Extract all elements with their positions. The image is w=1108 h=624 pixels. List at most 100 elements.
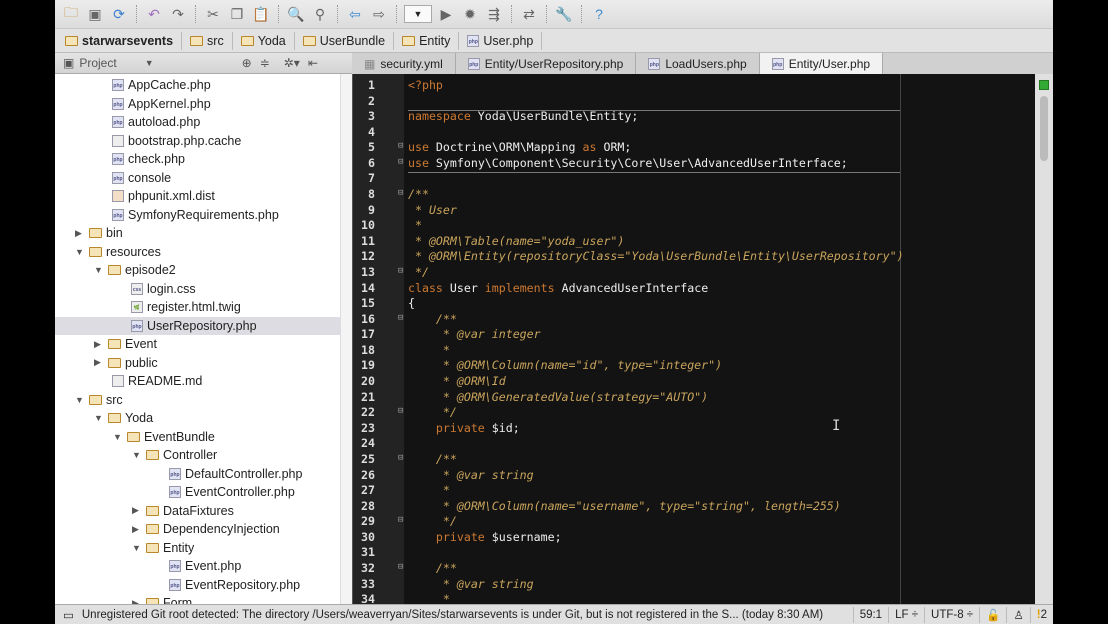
tree-item[interactable]: ▶ public [55,354,340,373]
lock-icon[interactable]: 🔓 [979,606,1006,623]
fold-marker-icon[interactable]: ⊟ [398,266,403,276]
fold-marker-icon[interactable]: ⊟ [398,188,403,198]
tree-item[interactable]: php DefaultController.php [55,465,340,484]
forward-icon[interactable]: ⇨ [369,4,389,24]
hide-panel-icon[interactable]: ⇤ [308,56,318,70]
tree-item[interactable]: php SymfonyRequirements.php [55,206,340,225]
tab-entity-userrepository-php[interactable]: php Entity/UserRepository.php [456,53,637,75]
expanded-arrow-icon[interactable]: ▼ [132,450,146,460]
save-icon[interactable]: ▣ [85,4,105,24]
tree-item[interactable]: php EventRepository.php [55,576,340,595]
gear-icon[interactable]: ✲▾ [284,56,300,70]
find-icon[interactable]: 🔍 [286,4,306,24]
undo-icon[interactable]: ↶ [144,4,164,24]
replace-icon[interactable]: ⚲ [310,4,330,24]
breadcrumb-item[interactable]: php User.php [465,31,543,50]
tree-item[interactable]: ▶ DependencyInjection [55,520,340,539]
coverage-icon[interactable]: ⇶ [484,4,504,24]
tree-item[interactable]: ▼ resources [55,243,340,262]
tree-item[interactable]: php AppKernel.php [55,95,340,114]
fold-marker-icon[interactable]: ⊟ [398,406,403,416]
expanded-arrow-icon[interactable]: ▼ [113,432,127,442]
tree-item[interactable]: phpunit.xml.dist [55,187,340,206]
open-folder-icon[interactable]: 🗀 [61,4,81,24]
collapsed-arrow-icon[interactable]: ▶ [75,228,89,239]
tree-item[interactable]: css login.css [55,280,340,299]
tree-item[interactable]: php Event.php [55,557,340,576]
tree-item[interactable]: ▼ Controller [55,446,340,465]
tree-item[interactable]: ▼ src [55,391,340,410]
tree-item[interactable]: 🌿 register.html.twig [55,298,340,317]
back-icon[interactable]: ⇦ [345,4,365,24]
settings-icon[interactable]: 🔧 [554,4,574,24]
breadcrumb-item[interactable]: Entity [400,31,460,50]
caret-position[interactable]: 59:1 [852,606,888,623]
fold-marker-icon[interactable]: ⊟ [398,313,403,323]
fold-marker-icon[interactable]: ⊟ [398,562,403,572]
breadcrumb-item[interactable]: UserBundle [301,31,395,50]
tree-item[interactable]: ▼ Yoda [55,409,340,428]
tree-item[interactable]: php AppCache.php [55,76,340,95]
vcs-icon[interactable]: ⇄ [519,4,539,24]
tree-item[interactable]: ▶ bin [55,224,340,243]
tree-scrollbar[interactable] [340,74,352,604]
collapsed-arrow-icon[interactable]: ▶ [94,339,108,350]
collapse-all-icon[interactable]: ≑ [260,56,270,70]
expanded-arrow-icon[interactable]: ▼ [132,543,146,553]
tree-item[interactable]: ▼ episode2 [55,261,340,280]
tree-item[interactable]: ▼ Entity [55,539,340,558]
tree-item[interactable]: ▼ EventBundle [55,428,340,447]
doc-comment-token: * [408,592,450,604]
tree-item-label: AppCache.php [128,78,211,93]
fold-marker-icon[interactable]: ⊟ [398,157,403,167]
expanded-arrow-icon[interactable]: ▼ [94,265,108,275]
expanded-arrow-icon[interactable]: ▼ [75,247,89,257]
redo-icon[interactable]: ↷ [168,4,188,24]
tab-entity-user-php[interactable]: php Entity/User.php [759,53,884,75]
collapsed-arrow-icon[interactable]: ▶ [132,505,146,516]
inspector-icon[interactable]: ♙ [1006,606,1029,623]
fold-marker-icon[interactable]: ⊟ [398,453,403,463]
debug-icon[interactable]: ✹ [460,4,480,24]
editor-scrollbar[interactable] [1035,74,1053,604]
tree-item[interactable]: php EventController.php [55,483,340,502]
tree-item[interactable]: ▶ Event [55,335,340,354]
scroll-thumb[interactable] [1040,96,1048,161]
notifications-badge[interactable]: ! 2 [1029,606,1053,623]
encoding-selector[interactable]: UTF-8 ÷ [924,606,979,623]
tree-item[interactable]: php check.php [55,150,340,169]
run-icon[interactable]: ▶ [436,4,456,24]
tree-item[interactable]: bootstrap.php.cache [55,132,340,151]
chevron-down-icon[interactable]: ▼ [145,58,154,68]
project-view-selector[interactable]: Project [79,56,116,70]
tree-item[interactable]: php UserRepository.php [55,316,340,335]
tree-item[interactable]: ▶ DataFixtures [55,502,340,521]
tree-item[interactable]: php console [55,169,340,188]
fold-marker-icon[interactable]: ⊟ [398,141,403,151]
paste-icon[interactable]: 📋 [251,4,271,24]
cut-icon[interactable]: ✂ [203,4,223,24]
status-message[interactable]: Unregistered Git root detected: The dire… [82,609,853,621]
collapsed-arrow-icon[interactable]: ▶ [132,524,146,535]
tree-item[interactable]: README.md [55,372,340,391]
expanded-arrow-icon[interactable]: ▼ [94,413,108,423]
collapsed-arrow-icon[interactable]: ▶ [94,357,108,368]
sync-icon[interactable]: ⟳ [109,4,129,24]
help-icon[interactable]: ? [589,4,609,24]
run-config-dropdown[interactable]: ▼ [404,5,432,23]
tab-loadusers-php[interactable]: php LoadUsers.php [636,53,760,75]
breadcrumb-item[interactable]: src [188,31,233,50]
code-editor[interactable]: 1 2 3 4 5 6 7 8 9 10 11 12 13 14 15 16 17 18 19 20 21 22 23 24 2… [352,74,1053,604]
fold-marker-icon[interactable]: ⊟ [398,515,403,525]
locate-icon[interactable]: ⊕ [242,56,252,70]
panel-toggle-icon[interactable]: ▭ [63,608,74,622]
expanded-arrow-icon[interactable]: ▼ [75,395,89,405]
tree-item[interactable]: ▶ Form [55,594,340,604]
tree-item[interactable]: php autoload.php [55,113,340,132]
line-number: 2 [368,93,375,108]
line-separator-selector[interactable]: LF ÷ [888,606,924,623]
copy-icon[interactable]: ❐ [227,4,247,24]
tab-security-yml[interactable]: ▦ security.yml [352,53,456,75]
breadcrumb-item[interactable]: starwarsevents [63,31,183,50]
breadcrumb-item[interactable]: Yoda [239,31,295,50]
